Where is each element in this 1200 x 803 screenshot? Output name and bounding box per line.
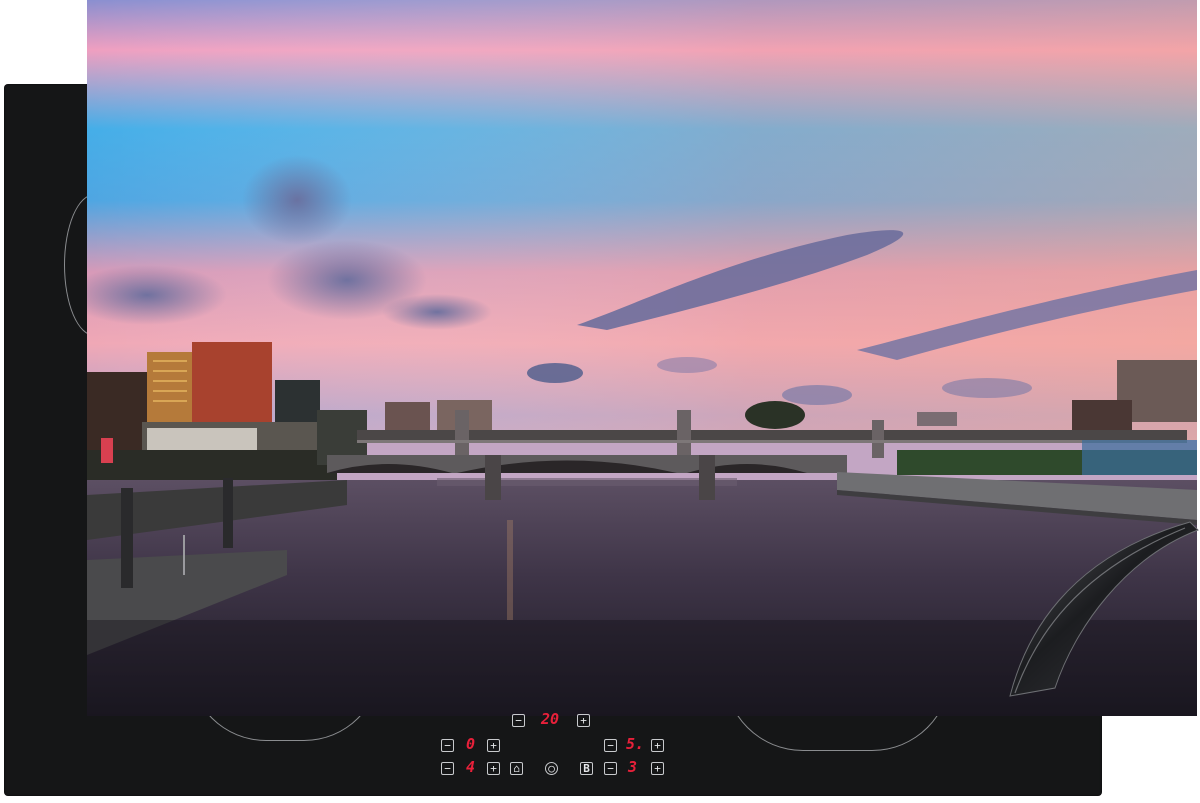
right-zone-bottom-plus-icon[interactable]: + [651,762,664,775]
left-zone-bottom-minus-icon[interactable]: − [441,762,454,775]
left-zone-minus-icon[interactable]: − [441,739,454,752]
timer-display: 20 [541,710,560,728]
right-zone-minus-icon[interactable]: − [604,739,617,752]
right-zone-plus-icon[interactable]: + [651,739,664,752]
minus-icon[interactable]: − [512,714,525,727]
lock-icon[interactable]: ⌂ [510,762,523,775]
right-zone-bottom-level: 3 [628,758,638,776]
right-zone-bottom-minus-icon[interactable]: − [604,762,617,775]
left-zone-bottom-plus-icon[interactable]: + [487,762,500,775]
power-icon[interactable]: ○ [545,762,558,775]
plus-icon[interactable]: + [577,714,590,727]
boost-icon[interactable]: B [580,762,593,775]
left-zone-plus-icon[interactable]: + [487,739,500,752]
left-zone-top-level: 0 [466,735,476,753]
mat-curled-corner [1009,521,1199,697]
left-zone-bottom-level: 4 [466,758,476,776]
right-zone-top-level: 5. [626,735,645,753]
